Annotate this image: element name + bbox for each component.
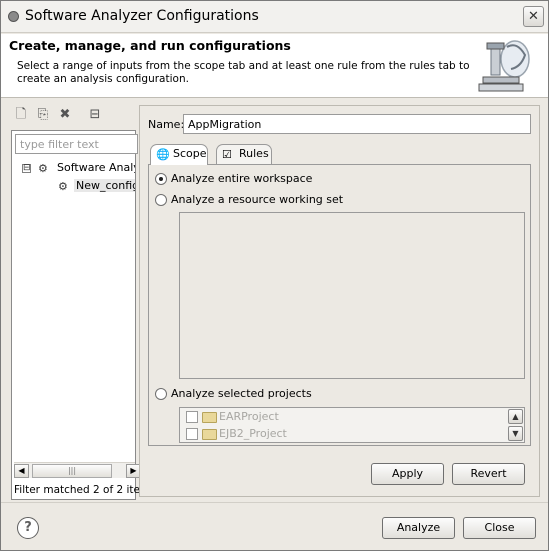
radio-indicator[interactable] xyxy=(155,173,167,185)
apply-button[interactable]: Apply xyxy=(371,463,444,485)
analyzer-type-icon: ⚙ xyxy=(38,162,48,175)
tree-item-software-analyzer[interactable]: ⊟ ⚙ Software Analyzer xyxy=(12,161,135,177)
project-label: EJB2_Project xyxy=(219,427,287,440)
close-window-button[interactable]: ✕ xyxy=(523,6,544,27)
new-config-icon[interactable]: 🗋 xyxy=(13,107,29,123)
radio-label: Analyze a resource working set xyxy=(171,193,344,206)
banner-description: Select a range of inputs from the scope … xyxy=(17,60,470,85)
name-label: Name: xyxy=(148,118,185,131)
folder-icon xyxy=(202,428,217,440)
tree-item-label: New_configuration xyxy=(74,179,135,192)
tree-item-new-configuration[interactable]: ⚙ New_configuration xyxy=(12,179,135,195)
working-set-list[interactable] xyxy=(179,212,525,379)
tree-item-label: Software Analyzer xyxy=(57,161,135,174)
tab-scope[interactable]: 🌐 Scope xyxy=(150,144,208,165)
tree-horizontal-scrollbar[interactable]: ◀ ||| ▶ xyxy=(14,462,141,478)
collapse-expander-icon[interactable]: ⊟ xyxy=(22,164,31,173)
scroll-down-icon[interactable]: ▼ xyxy=(508,426,523,441)
scroll-left-icon[interactable]: ◀ xyxy=(14,464,29,478)
globe-icon: 🌐 xyxy=(156,148,170,161)
config-tree-panel: ⊟ ⚙ Software Analyzer ⚙ New_configuratio… xyxy=(11,130,156,500)
close-button[interactable]: Close xyxy=(463,517,536,539)
filter-status-text: Filter matched 2 of 2 items xyxy=(14,484,156,496)
project-item[interactable]: EJB2_Project xyxy=(186,427,287,443)
delete-config-icon[interactable]: ✖ xyxy=(57,107,73,123)
dialog-banner: Create, manage, and run configurations S… xyxy=(1,34,548,98)
analyze-button[interactable]: Analyze xyxy=(382,517,455,539)
folder-icon xyxy=(202,411,217,423)
tab-rules[interactable]: ☑ Rules xyxy=(216,144,272,164)
collapse-all-icon[interactable]: ⊟ xyxy=(87,107,103,123)
project-checkbox[interactable] xyxy=(186,428,198,440)
duplicate-config-icon[interactable]: ⎘ xyxy=(35,107,51,123)
config-tree: ⊟ ⚙ Software Analyzer ⚙ New_configuratio… xyxy=(12,157,135,457)
rules-checklist-icon: ☑ xyxy=(222,148,232,161)
project-list: EARProject EJB2_Project ▲ ▼ xyxy=(179,407,525,443)
app-icon xyxy=(8,11,19,22)
window-title: Software Analyzer Configurations xyxy=(25,8,259,24)
config-tab-folder: 🌐 Scope ☑ Rules Analyze entire workspace… xyxy=(148,144,531,446)
radio-entire-workspace[interactable]: Analyze entire workspace xyxy=(155,172,312,188)
banner-heading: Create, manage, and run configurations xyxy=(9,38,291,53)
scroll-thumb[interactable]: ||| xyxy=(32,464,112,478)
radio-label: Analyze entire workspace xyxy=(171,172,313,185)
revert-button[interactable]: Revert xyxy=(452,463,525,485)
radio-resource-working-set[interactable]: Analyze a resource working set xyxy=(155,193,343,209)
footer-separator xyxy=(1,502,548,503)
radio-selected-projects[interactable]: Analyze selected projects xyxy=(155,387,312,403)
project-label: EARProject xyxy=(219,410,279,423)
filter-input[interactable] xyxy=(15,134,138,154)
radio-indicator[interactable] xyxy=(155,388,167,400)
config-editor-panel: Name: 🌐 Scope ☑ Rules Analyze entire wor… xyxy=(139,105,540,497)
radio-label: Analyze selected projects xyxy=(171,387,312,400)
config-name-input[interactable] xyxy=(183,114,531,134)
config-toolbar: 🗋 ⎘ ✖ ⊟ xyxy=(11,105,136,127)
analyzer-wizard-icon xyxy=(478,40,530,92)
configuration-icon: ⚙ xyxy=(58,180,68,193)
radio-indicator[interactable] xyxy=(155,194,167,206)
tab-label: Rules xyxy=(239,147,269,160)
project-checkbox[interactable] xyxy=(186,411,198,423)
scroll-up-icon[interactable]: ▲ xyxy=(508,409,523,424)
title-bar: Software Analyzer Configurations ✕ xyxy=(1,1,548,33)
tab-label: Scope xyxy=(173,147,207,160)
scope-tab-content: Analyze entire workspace Analyze a resou… xyxy=(148,164,531,446)
help-icon[interactable]: ? xyxy=(17,517,39,539)
dialog-window: Software Analyzer Configurations ✕ Creat… xyxy=(0,0,549,551)
project-item[interactable]: EARProject xyxy=(186,410,279,426)
